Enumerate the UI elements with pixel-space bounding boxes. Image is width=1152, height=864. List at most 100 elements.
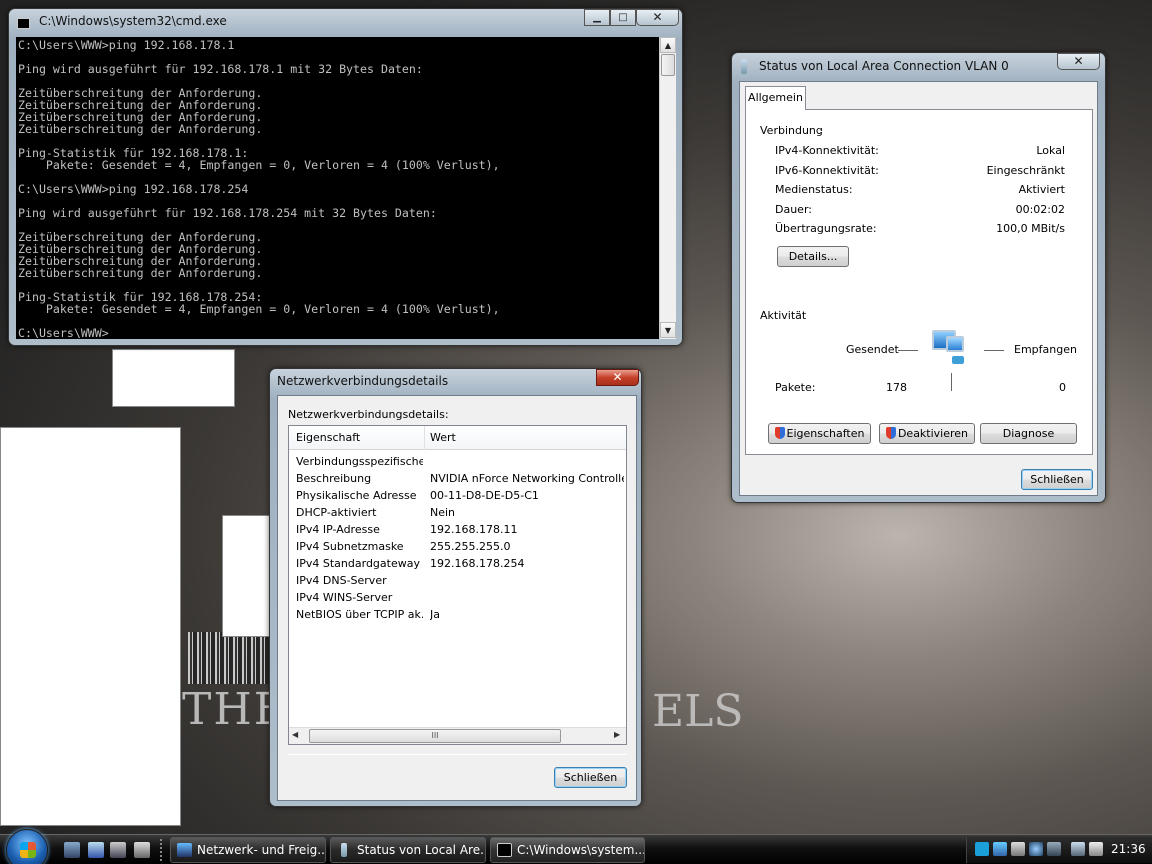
- blank-panel: [0, 427, 181, 826]
- close-button-status[interactable]: Schließen: [1021, 469, 1093, 490]
- tray-bluetooth-icon[interactable]: [993, 842, 1007, 856]
- scroll-thumb[interactable]: III: [309, 729, 561, 743]
- value-cell: 192.168.178.11: [430, 523, 518, 536]
- windows-logo-icon: [20, 842, 36, 858]
- packets-sent-value: 178: [886, 381, 907, 394]
- connection-row-label: Übertragungsrate:: [775, 222, 877, 235]
- console-line: Zeitüberschreitung der Anforderung.: [18, 266, 263, 280]
- property-cell: Physikalische Adresse: [296, 489, 417, 502]
- volume-icon[interactable]: [1089, 842, 1103, 856]
- value-cell: Ja: [430, 608, 440, 621]
- sent-line: [898, 350, 918, 351]
- notification-area: 21:36: [966, 837, 1152, 863]
- property-cell: IPv4 Subnetzmaske: [296, 540, 404, 553]
- console-line: C:\Users\WWW>: [18, 326, 109, 339]
- table-row[interactable]: IPv4 IP-Adresse 192.168.178.11: [289, 521, 626, 538]
- table-row[interactable]: Physikalische Adresse 00-11-D8-DE-D5-C1: [289, 487, 626, 504]
- property-cell: IPv4 WINS-Server: [296, 591, 393, 604]
- connection-row-value: 100,0 MBit/s: [996, 222, 1065, 235]
- clock[interactable]: 21:36: [1111, 842, 1146, 856]
- blank-panel: [222, 515, 270, 637]
- scroll-down-arrow[interactable]: ▼: [660, 322, 676, 338]
- value-cell: Nein: [430, 506, 456, 519]
- value-cell: NVIDIA nForce Networking Controller #3: [430, 472, 624, 485]
- scroll-right-arrow[interactable]: ▶: [614, 730, 620, 739]
- show-desktop-icon[interactable]: [64, 842, 80, 858]
- table-row[interactable]: Verbindungsspezifisches...: [289, 453, 626, 470]
- maximize-button[interactable]: □: [610, 9, 636, 26]
- details-button[interactable]: Details...: [777, 246, 849, 267]
- column-header-value[interactable]: Wert: [430, 431, 456, 444]
- console-line: Ping wird ausgeführt für 192.168.178.1 m…: [18, 62, 423, 76]
- close-button-details[interactable]: Schließen: [554, 767, 627, 788]
- minimize-button[interactable]: ▁: [584, 9, 610, 26]
- table-row[interactable]: IPv4 WINS-Server: [289, 589, 626, 606]
- wallpaper-text-right: ELS: [652, 686, 744, 737]
- scroll-thumb[interactable]: [661, 54, 675, 76]
- close-button[interactable]: ✕: [1057, 53, 1100, 70]
- start-button[interactable]: [6, 829, 48, 864]
- value-cell: 00-11-D8-DE-D5-C1: [430, 489, 539, 502]
- value-cell: 255.255.255.0: [430, 540, 511, 553]
- details-client-area: Netzwerkverbindungsdetails: Eigenschaft …: [277, 395, 637, 801]
- quicklaunch-app-icon[interactable]: [134, 842, 150, 858]
- disable-button-label: Deaktivieren: [897, 427, 969, 440]
- caption-buttons: ✕: [596, 369, 639, 386]
- console-icon: [17, 18, 30, 29]
- properties-button[interactable]: Eigenschaften: [768, 423, 871, 444]
- taskbar-button-network[interactable]: Netzwerk- und Freig...: [170, 837, 326, 863]
- activity-divider: [951, 373, 952, 391]
- scroll-up-arrow[interactable]: ▲: [660, 37, 676, 53]
- properties-button-label: Eigenschaften: [786, 427, 865, 440]
- scroll-left-arrow[interactable]: ◀: [292, 730, 298, 739]
- network-tray-icon[interactable]: [1071, 842, 1085, 856]
- tray-settings-icon[interactable]: [1029, 842, 1043, 856]
- connection-row-label: Medienstatus:: [775, 183, 853, 196]
- console-icon: [497, 843, 512, 857]
- table-row[interactable]: Beschreibung NVIDIA nForce Networking Con…: [289, 470, 626, 487]
- switch-windows-icon[interactable]: [88, 842, 104, 858]
- vertical-scrollbar[interactable]: ▲ ▼: [659, 37, 676, 339]
- console-output[interactable]: C:\Users\WWW>ping 192.168.178.1 Ping wird…: [16, 37, 659, 339]
- connection-row-value: Lokal: [1036, 144, 1065, 157]
- console-line: Ping wird ausgeführt für 192.168.178.254…: [18, 206, 437, 220]
- table-row[interactable]: IPv4 Standardgateway 192.168.178.254: [289, 555, 626, 572]
- diagnose-button[interactable]: Diagnose: [980, 423, 1077, 444]
- console-line: Pakete: Gesendet = 4, Empfangen = 0, Ver…: [18, 302, 500, 316]
- property-cell: IPv4 IP-Adresse: [296, 523, 380, 536]
- computer-icon[interactable]: [110, 842, 126, 858]
- taskbar-button-label: Netzwerk- und Freig...: [197, 843, 326, 857]
- tray-tool-icon[interactable]: [1047, 842, 1061, 856]
- details-list[interactable]: Eigenschaft Wert Verbindungsspezifisches…: [288, 425, 627, 745]
- column-divider[interactable]: [424, 426, 425, 450]
- table-row[interactable]: NetBIOS über TCPIP ak... Ja: [289, 606, 626, 623]
- sent-label: Gesendet: [846, 343, 899, 356]
- close-button[interactable]: ✕: [596, 369, 639, 386]
- close-button[interactable]: ✕: [636, 9, 679, 26]
- disable-button[interactable]: Deaktivieren: [879, 423, 975, 444]
- table-row[interactable]: IPv4 Subnetzmaske 255.255.255.0: [289, 538, 626, 555]
- taskbar-button-status[interactable]: Status von Local Are...: [330, 837, 486, 863]
- window-title: Netzwerkverbindungsdetails: [277, 374, 449, 388]
- tray-app-icon[interactable]: [975, 842, 989, 856]
- network-adapter-icon: [341, 843, 347, 857]
- group-label-connection: Verbindung: [760, 124, 823, 137]
- table-row[interactable]: DHCP-aktiviert Nein: [289, 504, 626, 521]
- window-title: Status von Local Area Connection VLAN 0: [759, 59, 1009, 73]
- console-line: C:\Users\WWW>ping 192.168.178.1: [18, 38, 235, 52]
- tray-device-icon[interactable]: [1011, 842, 1025, 856]
- received-label: Empfangen: [1014, 343, 1077, 356]
- horizontal-scrollbar[interactable]: ◀ III ▶: [289, 727, 626, 744]
- uac-shield-icon: [885, 427, 896, 439]
- console-line: C:\Users\WWW>ping 192.168.178.254: [18, 182, 249, 196]
- tab-allgemein[interactable]: Allgemein: [745, 86, 806, 110]
- column-header-property[interactable]: Eigenschaft: [296, 431, 360, 444]
- connection-row-label: IPv6-Konnektivität:: [775, 163, 879, 177]
- taskbar-grip[interactable]: [160, 839, 162, 861]
- property-cell: DHCP-aktiviert: [296, 506, 377, 519]
- taskbar-button-cmd[interactable]: C:\Windows\system...: [490, 837, 645, 863]
- property-cell: Verbindungsspezifisches...: [296, 455, 423, 468]
- table-row[interactable]: IPv4 DNS-Server: [289, 572, 626, 589]
- packets-label: Pakete:: [775, 381, 816, 394]
